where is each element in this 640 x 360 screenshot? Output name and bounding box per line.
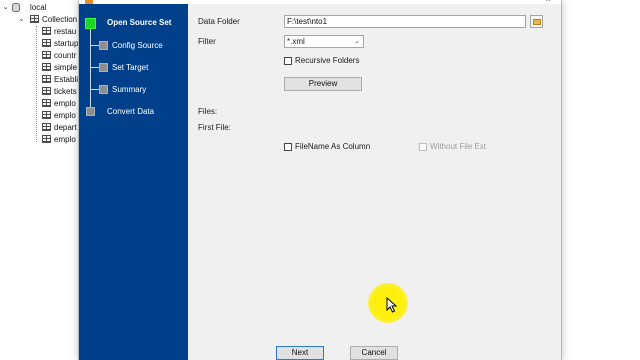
filter-selected-value: *.xml <box>287 37 305 46</box>
cancel-button[interactable]: Cancel <box>350 346 398 360</box>
preview-button[interactable]: Preview <box>284 77 362 91</box>
table-icon <box>42 135 51 143</box>
tree-item-label: restau <box>54 27 77 36</box>
chevron-down-icon: ⌄ <box>354 38 360 45</box>
tree-item-label: startup <box>54 39 79 48</box>
recursive-folders-checkbox[interactable] <box>284 57 292 65</box>
tree-item[interactable]: simple <box>42 62 77 74</box>
tree-collections-label: Collection <box>42 15 78 24</box>
tree-item[interactable]: Establi <box>42 74 78 86</box>
data-folder-label: Data Folder <box>198 17 240 26</box>
without-file-ext-label: Without File Ext <box>430 142 487 151</box>
collection-icon <box>30 15 39 23</box>
collapse-toggle-icon[interactable]: ⌄ <box>2 4 9 11</box>
table-icon <box>42 63 51 71</box>
tree-item[interactable]: countr <box>42 50 76 62</box>
filter-select[interactable]: *.xml ⌄ <box>284 35 364 48</box>
wizard-step-nav: Open Source Set Config Source Set Target… <box>79 4 188 360</box>
tree-item[interactable]: depart <box>42 122 77 134</box>
step-indicator <box>99 63 108 72</box>
filter-label: Filter <box>198 37 216 46</box>
tree-item[interactable]: emplo <box>42 134 76 146</box>
tree-item[interactable]: emplo <box>42 98 76 110</box>
table-icon <box>42 111 51 119</box>
close-icon[interactable]: × <box>546 0 551 4</box>
import-wizard-dialog: × Open Source Set Config Source Set Targ… <box>78 0 562 360</box>
step-set-target[interactable]: Set Target <box>112 63 148 73</box>
table-icon <box>42 123 51 131</box>
tree-item-label: simple <box>54 63 78 72</box>
step-indicator-active <box>85 18 96 29</box>
step-indicator <box>86 107 95 116</box>
tree-collections-node[interactable]: Collection <box>30 14 77 26</box>
step-summary[interactable]: Summary <box>112 85 146 95</box>
object-explorer-tree: ⌄ local ⌄ Collection restau startup coun… <box>0 0 80 360</box>
table-icon <box>42 99 51 107</box>
recursive-folders-label[interactable]: Recursive Folders <box>295 56 359 66</box>
table-icon <box>42 51 51 59</box>
step-indicator <box>99 85 108 94</box>
tree-item-label: countr <box>54 51 77 60</box>
tree-item[interactable]: tickets <box>42 86 77 98</box>
background-area <box>563 0 640 360</box>
collapse-toggle-icon[interactable]: ⌄ <box>18 16 25 23</box>
tree-root-label[interactable]: local <box>30 2 46 14</box>
tree-item-label: tickets <box>54 87 77 96</box>
tree-guide-line <box>36 26 37 142</box>
files-label: Files: <box>198 107 218 116</box>
tree-item-label: depart <box>54 123 77 132</box>
filename-as-column-checkbox[interactable] <box>284 143 292 151</box>
filename-as-column-label[interactable]: FileName As Column <box>295 142 370 152</box>
tree-item-label: emplo <box>54 111 76 120</box>
tree-item-label: emplo <box>54 135 76 144</box>
mouse-cursor-icon <box>386 297 398 313</box>
browse-folder-button[interactable] <box>530 15 543 28</box>
tree-item-label: emplo <box>54 99 76 108</box>
table-icon <box>42 39 51 47</box>
next-button[interactable]: Next <box>276 346 324 360</box>
first-file-label: First File: <box>198 123 231 132</box>
tree-item[interactable]: restau <box>42 26 76 38</box>
step-open-source-set[interactable]: Open Source Set <box>107 18 171 28</box>
tree-item[interactable]: startup <box>42 38 78 50</box>
table-icon <box>42 27 51 35</box>
tree-item[interactable]: emplo <box>42 110 76 122</box>
database-icon <box>12 3 20 12</box>
tree-item-label: Establi <box>54 75 79 84</box>
table-icon <box>42 87 51 95</box>
step-convert-data[interactable]: Convert Data <box>107 107 154 117</box>
folder-icon <box>533 19 541 25</box>
step-config-source[interactable]: Config Source <box>112 41 163 51</box>
table-icon <box>42 75 51 83</box>
data-folder-input[interactable]: F:\test\nto1 <box>284 15 526 28</box>
without-file-ext-checkbox <box>419 143 427 151</box>
step-indicator <box>99 41 108 50</box>
